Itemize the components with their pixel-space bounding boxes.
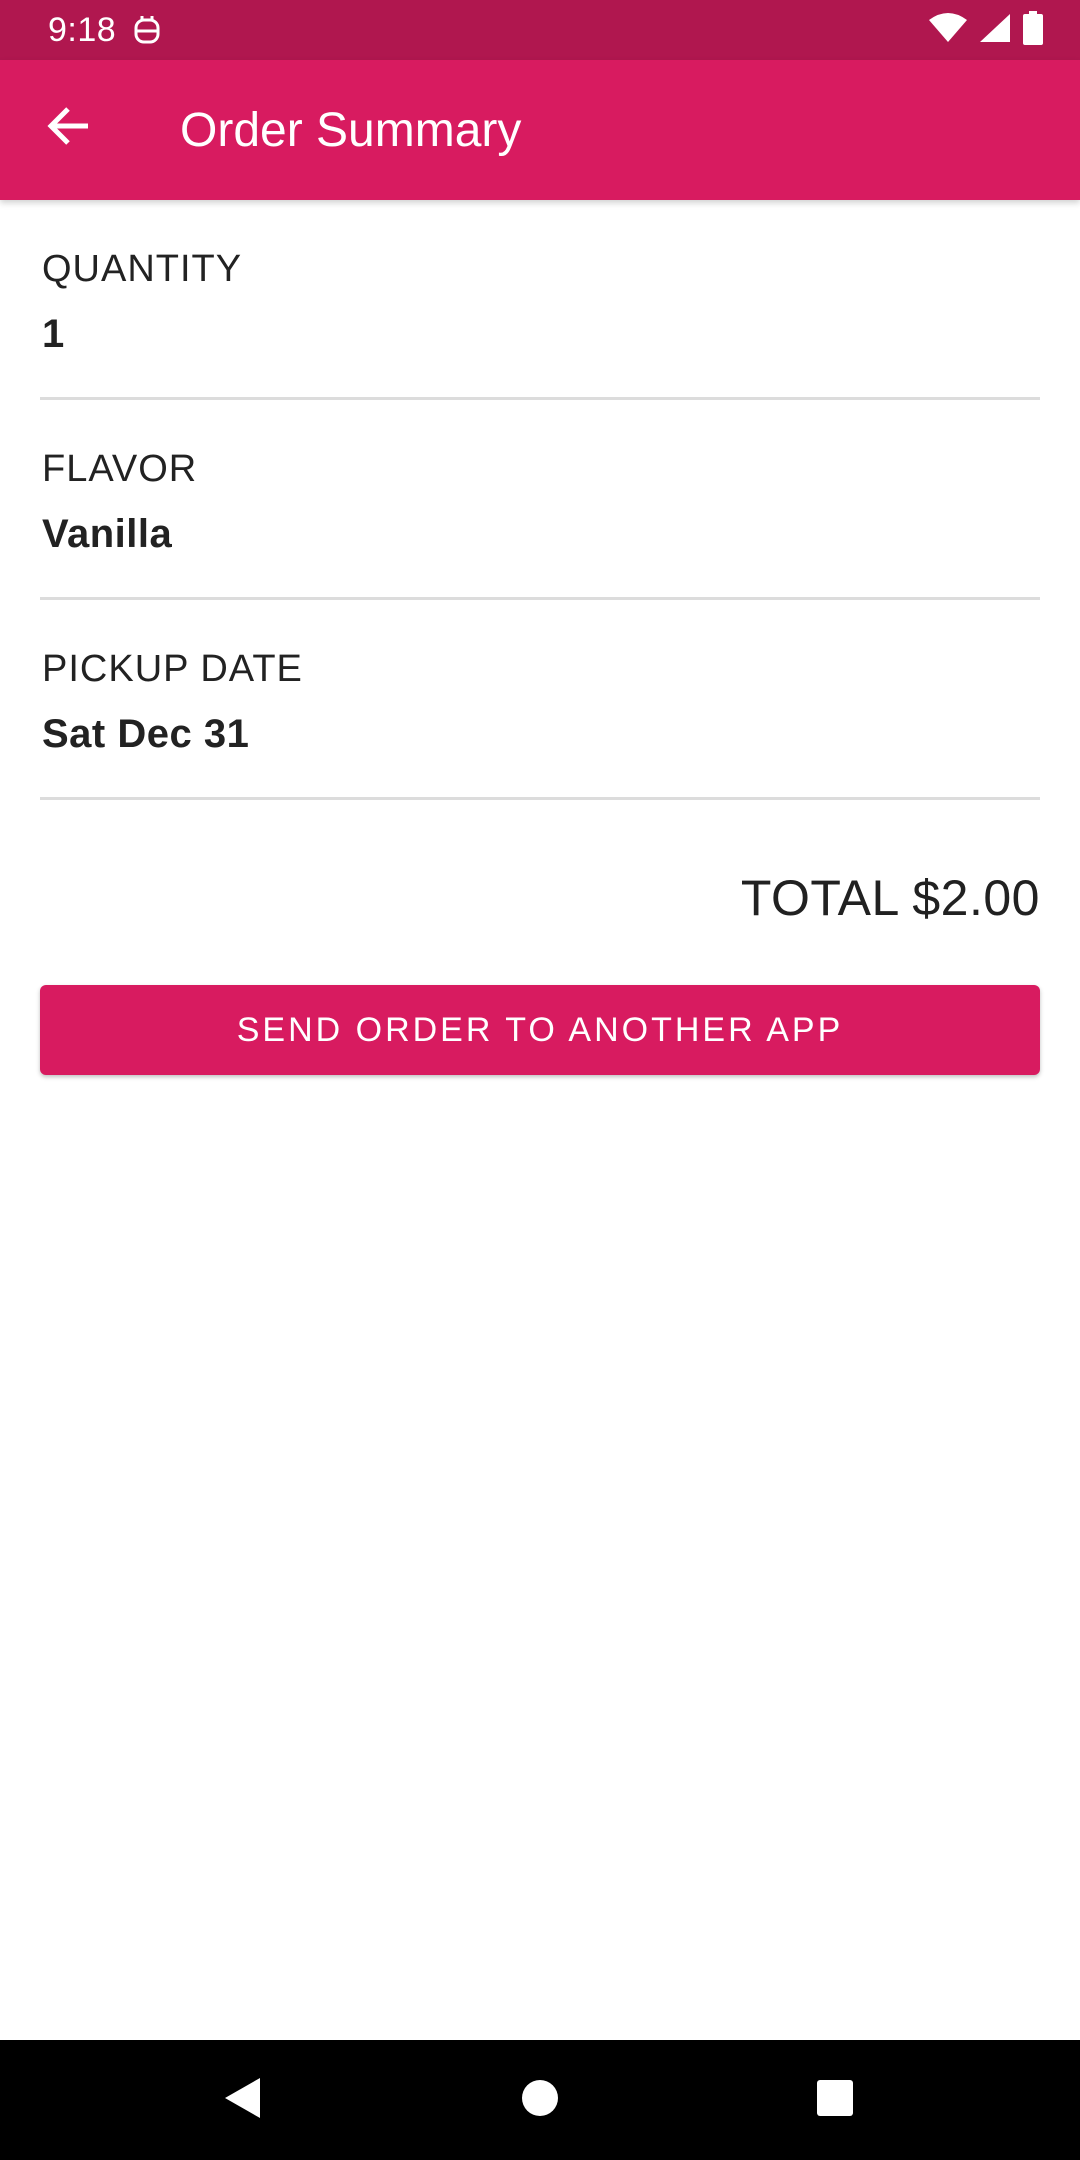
nav-home-icon bbox=[521, 2079, 559, 2122]
pickup-date-value: Sat Dec 31 bbox=[42, 712, 250, 756]
nav-home-button[interactable] bbox=[510, 2070, 570, 2130]
nav-back-button[interactable] bbox=[212, 2070, 272, 2130]
status-bar: 9:18 bbox=[0, 0, 1080, 60]
order-summary: QUANTITY 1 FLAVOR Vanilla PICKUP DATE Sa… bbox=[40, 200, 1040, 1075]
signal-icon bbox=[978, 12, 1012, 49]
quantity-label: QUANTITY bbox=[42, 248, 243, 290]
flavor-value: Vanilla bbox=[42, 512, 173, 556]
status-icons bbox=[928, 10, 1044, 50]
nav-recents-button[interactable] bbox=[805, 2070, 865, 2130]
order-total: TOTAL $2.00 bbox=[740, 870, 1040, 926]
flavor-row: FLAVOR Vanilla bbox=[40, 400, 1040, 600]
nav-recents-icon bbox=[816, 2079, 854, 2122]
quantity-value: 1 bbox=[42, 312, 65, 356]
app-bar: Order Summary bbox=[0, 60, 1080, 200]
page-title: Order Summary bbox=[180, 104, 522, 157]
quantity-row: QUANTITY 1 bbox=[40, 200, 1040, 400]
nav-back-icon bbox=[222, 2076, 262, 2125]
arrow-back-icon bbox=[46, 106, 90, 151]
pickup-date-row: PICKUP DATE Sat Dec 31 bbox=[40, 600, 1040, 800]
battery-icon bbox=[1022, 10, 1044, 50]
navigation-bar bbox=[0, 2040, 1080, 2160]
wifi-icon bbox=[928, 12, 968, 49]
status-time: 9:18 bbox=[48, 11, 117, 49]
notification-app-icon bbox=[132, 14, 162, 46]
pickup-date-label: PICKUP DATE bbox=[42, 648, 303, 690]
send-order-button[interactable]: SEND ORDER TO ANOTHER APP bbox=[40, 985, 1040, 1075]
flavor-label: FLAVOR bbox=[42, 448, 198, 490]
back-button[interactable] bbox=[36, 96, 100, 160]
